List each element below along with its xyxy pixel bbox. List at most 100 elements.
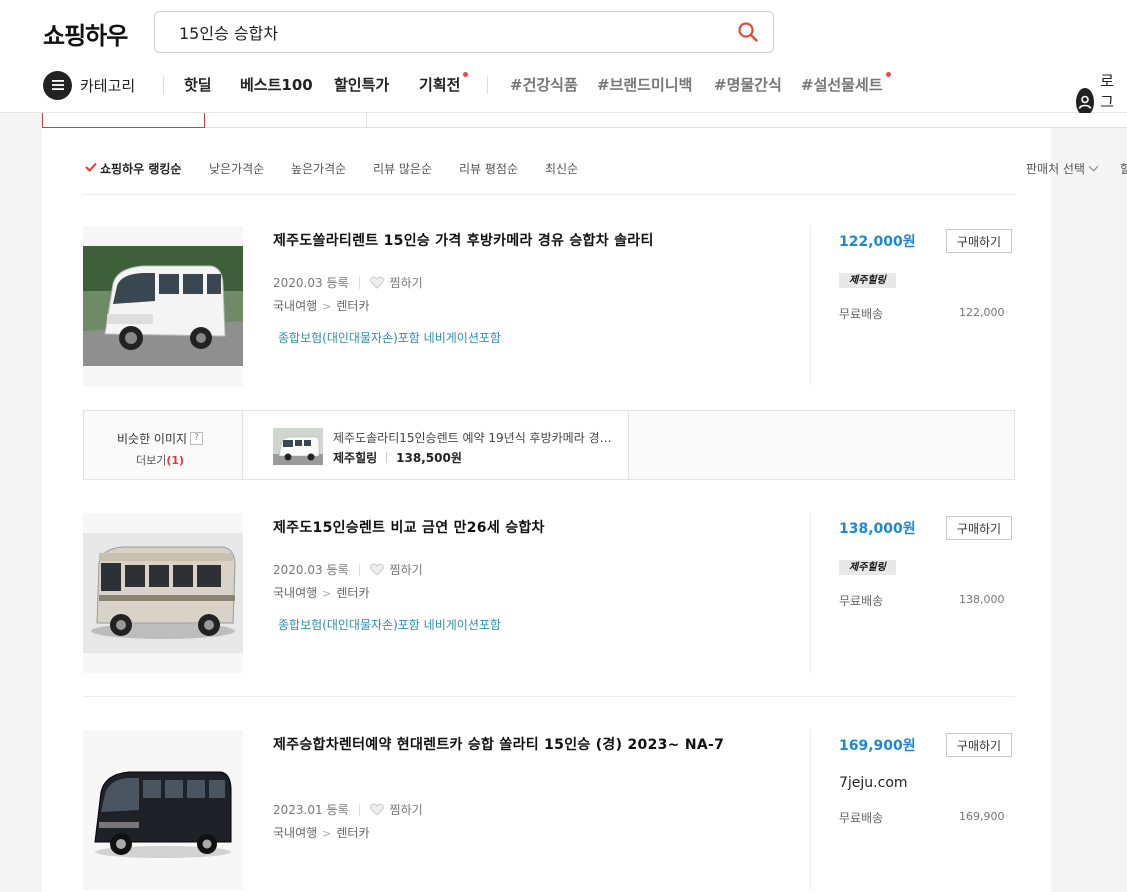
- similar-item[interactable]: 제주도솔라티15인승렌트 예약 19년식 후방카메라 경유 승합차 제주힐링 1…: [244, 411, 629, 479]
- nav-divider: [487, 76, 488, 94]
- divider: [386, 452, 388, 463]
- product-category: 국내여행 > 렌터카: [273, 584, 370, 601]
- zzim-button[interactable]: 찜하기: [390, 274, 423, 291]
- shipping-price: 169,900: [959, 810, 1005, 823]
- sort-high-price[interactable]: 높은가격순: [291, 160, 346, 177]
- zzim-button[interactable]: 찜하기: [390, 561, 423, 578]
- product-title[interactable]: 제주승합차렌터예약 현대렌트카 승합 쏠라티 15인승 (경) 2023~ NA…: [273, 734, 773, 756]
- divider: [83, 194, 1015, 195]
- seller-logo[interactable]: 7jeju.com: [839, 775, 908, 791]
- category-link[interactable]: 국내여행: [273, 586, 317, 600]
- shipping-price: 122,000: [959, 306, 1005, 319]
- search-input[interactable]: [179, 12, 719, 52]
- similar-images-title: 비슷한 이미지 ?: [117, 430, 204, 447]
- chevron-right-icon: >: [322, 827, 332, 840]
- right-column: [1051, 128, 1127, 892]
- seller-logo[interactable]: 제주힐링: [839, 560, 896, 575]
- category-link[interactable]: 렌터카: [336, 586, 369, 600]
- heart-icon[interactable]: [369, 276, 384, 289]
- site-logo[interactable]: 쇼핑하우: [43, 16, 128, 51]
- product-date: 2020.03 등록: [273, 276, 349, 290]
- more-count: (1): [166, 454, 185, 467]
- buy-button[interactable]: 구매하기: [946, 229, 1012, 253]
- zzim-button[interactable]: 찜하기: [390, 801, 423, 818]
- divider: [83, 696, 1015, 697]
- product-image[interactable]: [83, 730, 243, 890]
- product-meta: 2020.03 등록 찜하기: [273, 274, 423, 291]
- tab-active[interactable]: [42, 113, 205, 128]
- product-item: 제주도쏠라티렌트 15인승 가격 후방카메라 경유 승합차 솔라티 2020.0…: [83, 226, 1015, 386]
- divider: [810, 730, 811, 890]
- product-category: 국내여행 > 렌터카: [273, 824, 370, 841]
- header: 쇼핑하우 카테고리 핫딜 베스트100 할인특가 기획전 #건강식품 #브랜드미…: [0, 0, 1127, 132]
- product-item: 제주승합차렌터예약 현대렌트카 승합 쏠라티 15인승 (경) 2023~ NA…: [83, 730, 1015, 890]
- nav-tag-snack[interactable]: #명물간식: [714, 74, 782, 95]
- category-link[interactable]: 렌터카: [336, 299, 369, 313]
- similar-more-link[interactable]: 더보기(1): [136, 452, 184, 468]
- product-date: 2020.03 등록: [273, 563, 349, 577]
- category-link[interactable]: 국내여행: [273, 299, 317, 313]
- sort-review-count[interactable]: 리뷰 많은순: [373, 160, 432, 177]
- category-link[interactable]: 국내여행: [273, 826, 317, 840]
- similar-images-box: 비슷한 이미지 ? 더보기(1) 제주도솔라티15인승렌트 예약 19년식 후방…: [83, 410, 1015, 480]
- sort-review-score[interactable]: 리뷰 평점순: [459, 160, 518, 177]
- product-price[interactable]: 138,000원: [839, 518, 916, 538]
- similar-item-price: 138,500원: [396, 451, 462, 465]
- nav-best100[interactable]: 베스트100: [240, 74, 313, 95]
- nav-tag-minibag[interactable]: #브랜드미니백: [597, 74, 692, 95]
- sort-latest[interactable]: 최신순: [545, 160, 578, 177]
- help-icon[interactable]: ?: [190, 432, 204, 445]
- chevron-right-icon: >: [322, 587, 332, 600]
- buy-button[interactable]: 구매하기: [946, 516, 1012, 540]
- similar-item-seller: 제주힐링: [333, 451, 378, 465]
- sort-low-price[interactable]: 낮은가격순: [209, 160, 264, 177]
- nav-discount[interactable]: 할인특가: [334, 74, 389, 95]
- more-label: 더보기: [136, 454, 167, 467]
- divider: [358, 803, 360, 816]
- divider: [810, 226, 811, 386]
- search-box: [154, 11, 774, 53]
- search-icon[interactable]: [737, 21, 759, 43]
- product-date: 2023.01 등록: [273, 803, 349, 817]
- similar-images-header: 비슷한 이미지 ? 더보기(1): [84, 411, 243, 479]
- nav-hotdeal[interactable]: 핫딜: [184, 74, 212, 95]
- category-button[interactable]: 카테고리: [43, 70, 135, 100]
- product-option: 종합보험(대인대물자손)포함 네비게이션포함: [278, 331, 501, 345]
- heart-icon[interactable]: [369, 803, 384, 816]
- product-title[interactable]: 제주도15인승렌트 비교 금연 만26세 승합차: [273, 517, 773, 539]
- product-category: 국내여행 > 렌터카: [273, 297, 370, 314]
- similar-item-image: [273, 428, 323, 465]
- seller-select[interactable]: 판매처 선택: [1026, 160, 1099, 177]
- sort-bar: 쇼핑하우 랭킹순 낮은가격순 높은가격순 리뷰 많은순 리뷰 평점순 최신순 판…: [83, 150, 1127, 194]
- main-nav: 카테고리 핫딜 베스트100 할인특가 기획전 #건강식품 #브랜드미니백 #명…: [0, 66, 1127, 132]
- sort-ranking[interactable]: 쇼핑하우 랭킹순: [100, 160, 181, 177]
- seller-logo[interactable]: 제주힐링: [839, 273, 896, 288]
- category-label: 카테고리: [80, 76, 136, 95]
- product-option: 종합보험(대인대물자손)포함 네비게이션포함: [278, 618, 501, 632]
- shipping-price: 138,000: [959, 593, 1005, 606]
- buy-button[interactable]: 구매하기: [946, 733, 1012, 757]
- nav-exhibition[interactable]: 기획전: [419, 72, 469, 95]
- nav-exhibition-label: 기획전: [419, 76, 461, 94]
- similar-item-meta: 제주힐링 138,500원: [333, 449, 462, 466]
- product-image[interactable]: [83, 226, 243, 386]
- divider: [358, 563, 360, 576]
- heart-icon[interactable]: [369, 563, 384, 576]
- divider: [810, 513, 811, 673]
- category-link[interactable]: 렌터카: [336, 826, 369, 840]
- product-title[interactable]: 제주도쏠라티렌트 15인승 가격 후방카메라 경유 승합차 솔라티: [273, 230, 773, 252]
- nav-tag-gift[interactable]: #설선물세트: [801, 72, 891, 95]
- nav-divider: [163, 76, 164, 94]
- tab-divider: [366, 113, 367, 128]
- menu-icon: [43, 70, 72, 100]
- product-price[interactable]: 122,000원: [839, 231, 916, 251]
- shipping-label: 무료배송: [839, 307, 884, 321]
- chevron-down-icon: [1088, 161, 1099, 172]
- nav-tag-health[interactable]: #건강식품: [510, 74, 578, 95]
- product-price[interactable]: 169,900원: [839, 735, 916, 755]
- shipping-label: 무료배송: [839, 594, 884, 608]
- nav-tag-gift-label: #설선물세트: [801, 76, 883, 94]
- discount-filter[interactable]: 할인: [1120, 160, 1127, 177]
- product-meta: 2023.01 등록 찜하기: [273, 801, 423, 818]
- product-image[interactable]: [83, 513, 243, 673]
